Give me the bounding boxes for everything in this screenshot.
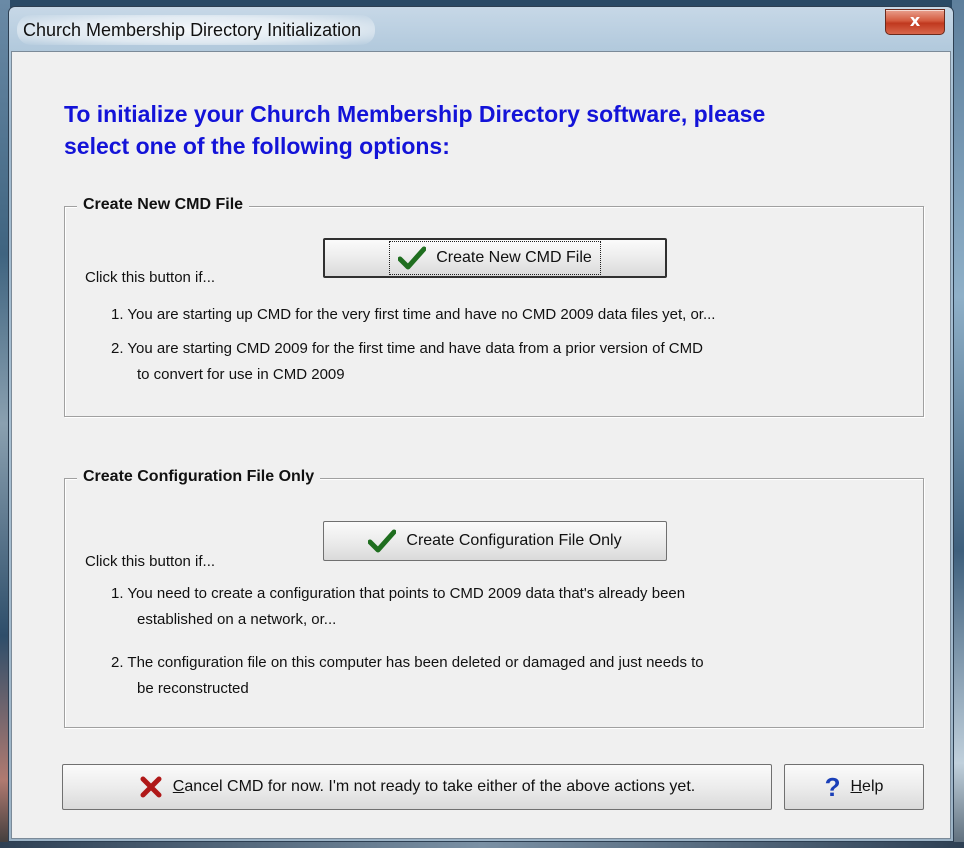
config-reason-1-line1: 1. You need to create a configuration th… — [111, 585, 686, 602]
group-title-create-new: Create New CMD File — [77, 196, 250, 214]
new-reason-2-line2: to convert for use in CMD 2009 — [137, 366, 345, 383]
config-reason-2-line1: 2. The configuration file on this comput… — [111, 654, 704, 671]
close-button[interactable]: x — [885, 9, 945, 35]
help-button[interactable]: ? Help — [784, 764, 924, 810]
click-prompt-config: Click this button if... — [85, 553, 216, 570]
group-create-new-cmd-file: Create New CMD File Create New CMD File … — [64, 196, 924, 417]
new-reason-2-line1: 2. You are starting CMD 2009 for the fir… — [111, 340, 703, 357]
create-new-cmd-file-label: Create New CMD File — [436, 249, 592, 266]
config-reason-2-line2: be reconstructed — [137, 680, 249, 697]
window-title: Church Membership Directory Initializati… — [17, 15, 376, 45]
instruction-heading: To initialize your Church Membership Dir… — [64, 98, 904, 162]
checkmark-icon — [398, 246, 427, 270]
desktop-background-bottom — [0, 842, 964, 848]
group-title-config: Create Configuration File Only — [77, 468, 321, 486]
create-config-file-button[interactable]: Create Configuration File Only — [323, 521, 667, 561]
cancel-button[interactable]: Cancel CMD for now. I'm not ready to tak… — [62, 764, 772, 810]
cancel-button-label: Cancel CMD for now. I'm not ready to tak… — [172, 778, 696, 795]
checkmark-icon — [368, 529, 397, 553]
help-button-label: Help — [850, 778, 884, 795]
instruction-heading-line1: To initialize your Church Membership Dir… — [64, 101, 766, 127]
click-prompt-new: Click this button if... — [85, 269, 216, 286]
red-x-icon — [140, 776, 162, 798]
title-bar[interactable]: Church Membership Directory Initializati… — [9, 7, 953, 51]
create-config-file-label: Create Configuration File Only — [406, 532, 622, 549]
create-new-cmd-file-button[interactable]: Create New CMD File — [323, 238, 667, 278]
config-reason-1-line2: established on a network, or... — [137, 611, 337, 628]
group-create-config-file: Create Configuration File Only Create Co… — [64, 468, 924, 728]
new-reason-1: 1. You are starting up CMD for the very … — [111, 306, 716, 323]
question-mark-icon: ? — [824, 772, 841, 802]
dialog-window: Church Membership Directory Initializati… — [8, 6, 954, 842]
close-icon: x — [909, 11, 921, 30]
dialog-client-area: To initialize your Church Membership Dir… — [11, 51, 951, 839]
instruction-heading-line2: select one of the following options: — [64, 133, 450, 159]
